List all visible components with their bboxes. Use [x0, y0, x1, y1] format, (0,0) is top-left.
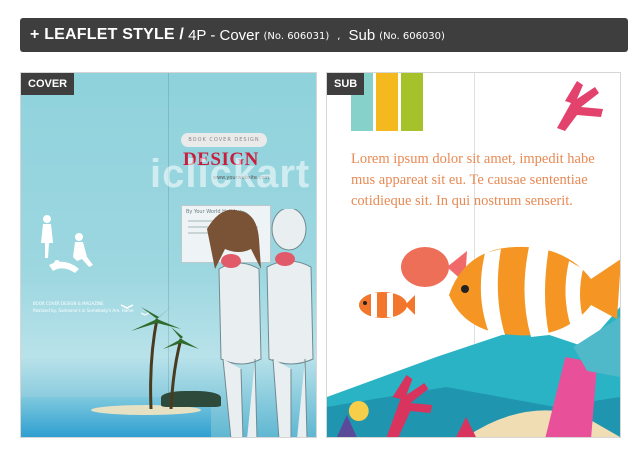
header-cover-label: 4P - Cover: [188, 26, 260, 44]
header-cover-number: (No. 606031): [263, 30, 330, 42]
color-stripe-green: [401, 73, 423, 131]
sub-tag: SUB: [327, 73, 365, 95]
cover-credit-text: Realized by, Someone's in Somebody's Are…: [33, 308, 134, 313]
small-clownfish: [359, 292, 415, 318]
silhouette-figures: [41, 215, 93, 273]
header-title: + LEAFLET STYLE /: [30, 26, 185, 43]
sub-preview[interactable]: Lorem ipsum dolor sit amet, impedit habe…: [326, 72, 621, 438]
cover-tag: COVER: [21, 73, 75, 95]
page-header: + LEAFLET STYLE / 4P - Cover (No. 606031…: [20, 18, 628, 52]
big-clownfish: [449, 246, 620, 337]
header-sub-label: Sub: [348, 26, 376, 44]
header-separator: ,: [337, 30, 341, 42]
coral-top: [557, 81, 603, 131]
cover-small-text: BOOK COVER DESIGN & MAGAZINE: [33, 301, 104, 306]
header-sub-number: (No. 606030): [379, 30, 445, 42]
color-stripe-yellow: [376, 73, 398, 131]
palm-trees: [120, 304, 199, 409]
body-text: Lorem ipsum dolor sit amet, impedit habe…: [351, 151, 595, 209]
cover-preview[interactable]: BOOK COVER DESIGN DESIGN www.yourwebsite…: [20, 72, 317, 438]
book-cover-badge: BOOK COVER DESIGN: [181, 133, 267, 147]
watermark-logo: iclickart: [150, 152, 311, 196]
